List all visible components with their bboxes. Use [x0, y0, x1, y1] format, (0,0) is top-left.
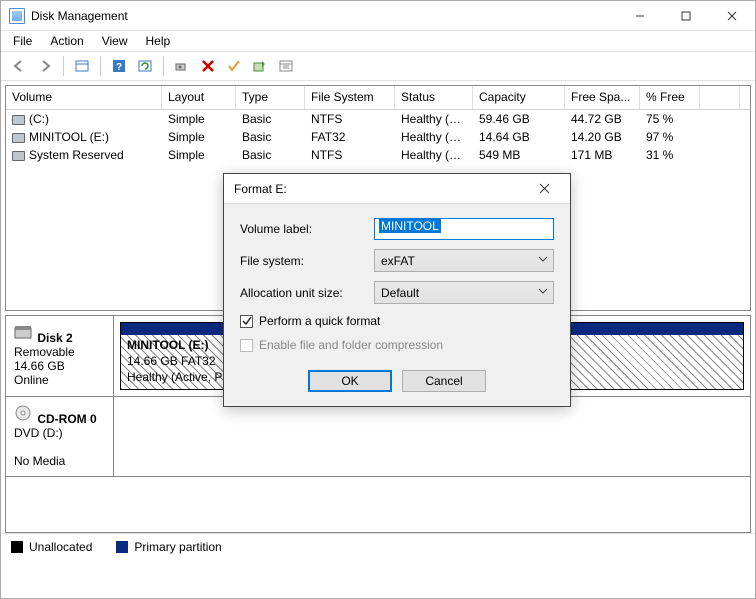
cdrom-state: No Media	[14, 454, 65, 468]
col-blank[interactable]	[700, 86, 740, 109]
cdrom-title: CD-ROM 0	[37, 412, 96, 426]
dialog-title: Format E:	[234, 182, 528, 196]
delete-icon[interactable]	[196, 54, 220, 78]
part-size: 14.66 GB FAT32	[127, 354, 216, 368]
disk-state: Online	[14, 373, 49, 387]
minimize-button[interactable]	[617, 1, 663, 31]
dialog-close-button[interactable]	[528, 174, 560, 204]
disk-title: Disk 2	[37, 331, 72, 345]
label-alloc-size: Allocation unit size:	[240, 286, 374, 300]
table-row[interactable]: (C:)SimpleBasicNTFSHealthy (B...59.46 GB…	[6, 110, 750, 128]
legend: Unallocated Primary partition	[1, 533, 755, 559]
cdrom-kind: DVD (D:)	[14, 426, 63, 440]
toolbar: ?	[1, 51, 755, 81]
col-status[interactable]: Status	[395, 86, 473, 109]
col-type[interactable]: Type	[236, 86, 305, 109]
show-hide-icon[interactable]	[70, 54, 94, 78]
close-window-button[interactable]	[709, 1, 755, 31]
col-volume[interactable]: Volume	[6, 86, 162, 109]
check-icon[interactable]	[222, 54, 246, 78]
table-row[interactable]: MINITOOL (E:)SimpleBasicFAT32Healthy (A.…	[6, 128, 750, 146]
col-pct[interactable]: % Free	[640, 86, 700, 109]
menu-file[interactable]: File	[13, 34, 32, 48]
chevron-down-icon	[538, 253, 548, 265]
disk-info-disk2[interactable]: Disk 2 Removable 14.66 GB Online	[6, 316, 114, 396]
alloc-size-select[interactable]: Default	[374, 281, 554, 304]
col-layout[interactable]: Layout	[162, 86, 236, 109]
col-free[interactable]: Free Spa...	[565, 86, 640, 109]
disk-kind: Removable	[14, 345, 75, 359]
volume-icon	[12, 151, 25, 161]
svg-text:?: ?	[116, 62, 122, 73]
table-header: Volume Layout Type File System Status Ca…	[6, 86, 750, 110]
rescan-icon[interactable]	[248, 54, 272, 78]
cdrom-empty-area	[114, 397, 750, 476]
refresh-icon[interactable]	[133, 54, 157, 78]
label-volume-label: Volume label:	[240, 222, 374, 236]
menu-action[interactable]: Action	[50, 34, 83, 48]
window-title: Disk Management	[31, 9, 617, 23]
volume-icon	[12, 133, 25, 143]
compression-checkbox: Enable file and folder compression	[240, 338, 554, 352]
help-icon[interactable]: ?	[107, 54, 131, 78]
volume-label-input[interactable]: MINITOOL	[374, 218, 554, 240]
properties-icon[interactable]	[274, 54, 298, 78]
col-capacity[interactable]: Capacity	[473, 86, 565, 109]
settings-icon[interactable]	[170, 54, 194, 78]
menu-help[interactable]: Help	[146, 34, 171, 48]
cdrom-icon	[14, 405, 34, 421]
chevron-down-icon	[538, 285, 548, 297]
maximize-button[interactable]	[663, 1, 709, 31]
disk-cap: 14.66 GB	[14, 359, 65, 373]
legend-unalloc-swatch	[11, 541, 23, 553]
quick-format-checkbox[interactable]: Perform a quick format	[240, 314, 554, 328]
format-dialog: Format E: Volume label: MINITOOL File sy…	[223, 173, 571, 407]
disk-info-cdrom[interactable]: CD-ROM 0 DVD (D:) No Media	[6, 397, 114, 476]
legend-unalloc: Unallocated	[29, 540, 92, 554]
back-button[interactable]	[7, 54, 31, 78]
menu-bar: File Action View Help	[1, 31, 755, 51]
disk-row-cdrom: CD-ROM 0 DVD (D:) No Media	[6, 397, 750, 477]
title-bar: Disk Management	[1, 1, 755, 31]
volume-icon	[12, 115, 25, 125]
label-file-system: File system:	[240, 254, 374, 268]
col-fs[interactable]: File System	[305, 86, 395, 109]
quick-format-label: Perform a quick format	[259, 314, 380, 328]
compression-label: Enable file and folder compression	[259, 338, 443, 352]
cancel-button[interactable]: Cancel	[402, 370, 486, 392]
file-system-select[interactable]: exFAT	[374, 249, 554, 272]
menu-view[interactable]: View	[102, 34, 128, 48]
disk-icon	[14, 324, 34, 340]
legend-primary-swatch	[116, 541, 128, 553]
part-label: MINITOOL (E:)	[127, 338, 209, 352]
app-icon	[9, 8, 25, 24]
legend-primary: Primary partition	[134, 540, 221, 554]
table-row[interactable]: System ReservedSimpleBasicNTFSHealthy (S…	[6, 146, 750, 164]
ok-button[interactable]: OK	[308, 370, 392, 392]
forward-button[interactable]	[33, 54, 57, 78]
